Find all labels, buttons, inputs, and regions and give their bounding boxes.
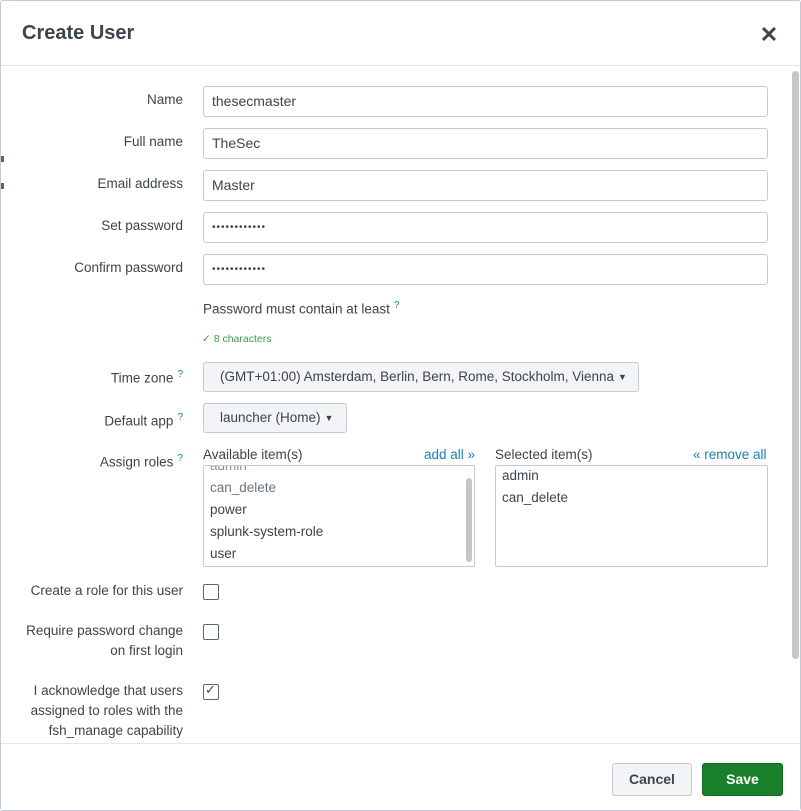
checkmark-icon: ✓ (205, 682, 216, 697)
default-app-value: launcher (Home) (220, 410, 321, 425)
label-line: I acknowledge that users (33, 683, 183, 698)
list-item[interactable]: can_delete (502, 490, 568, 505)
default-app-label-text: Default app (104, 413, 174, 429)
close-icon[interactable]: ✕ (757, 23, 781, 47)
acknowledge-label: I acknowledge that users assigned to rol… (1, 681, 183, 741)
scrollbar-thumb[interactable] (792, 71, 799, 659)
available-roles-list[interactable]: admin can_delete power splunk-system-rol… (203, 465, 475, 567)
full-name-label: Full name (123, 134, 183, 149)
selected-items-header: Selected item(s) (495, 447, 593, 462)
time-zone-dropdown[interactable]: (GMT+01:00) Amsterdam, Berlin, Bern, Rom… (203, 362, 639, 392)
help-icon[interactable]: ? (177, 412, 183, 423)
list-item[interactable]: user (210, 546, 236, 561)
list-item[interactable]: can_delete (210, 480, 276, 495)
dialog-header: Create User ✕ (1, 1, 800, 66)
dialog-body[interactable]: Name thesecmaster Full name TheSec Email… (1, 67, 800, 743)
create-user-dialog: Create User ✕ Name thesecmaster Full nam… (0, 0, 801, 811)
time-zone-label: Time zone? (1, 365, 183, 389)
require-password-change-label: Require password change on first login (1, 621, 183, 661)
list-item[interactable]: power (210, 502, 247, 517)
password-hint-text: Password must contain at least (203, 301, 390, 317)
label-line: Require password change (26, 623, 183, 638)
label-line: fsh_manage capability (48, 723, 183, 738)
caret-down-icon: ▼ (324, 413, 334, 424)
list-item[interactable]: admin (502, 468, 539, 483)
set-password-label: Set password (101, 218, 183, 233)
email-input[interactable]: Master (203, 170, 768, 201)
caret-down-icon: ▼ (618, 372, 627, 383)
email-label: Email address (97, 176, 183, 191)
assign-roles-label-text: Assign roles (99, 454, 174, 470)
list-item[interactable]: admin (210, 466, 247, 473)
require-password-change-checkbox[interactable] (203, 624, 219, 640)
list-scrollbar[interactable] (466, 478, 472, 562)
create-role-label: Create a role for this user (30, 583, 183, 598)
time-zone-value: (GMT+01:00) Amsterdam, Berlin, Bern, Rom… (220, 369, 615, 384)
label-line: on first login (110, 643, 183, 658)
help-icon[interactable]: ? (177, 453, 183, 464)
full-name-input[interactable]: TheSec (203, 128, 768, 159)
add-all-link[interactable]: add all » (424, 447, 475, 462)
dialog-title: Create User (22, 22, 135, 44)
save-button[interactable]: Save (702, 763, 783, 796)
available-items-header: Available item(s) (203, 447, 303, 462)
create-role-checkbox[interactable] (203, 584, 219, 600)
set-password-input[interactable]: •••••••••••• (203, 212, 768, 243)
list-item[interactable]: splunk-system-role (210, 524, 323, 539)
assign-roles-label: Assign roles? (1, 449, 183, 473)
help-icon[interactable]: ? (394, 300, 400, 311)
remove-all-link[interactable]: « remove all (693, 447, 767, 462)
confirm-password-input[interactable]: •••••••••••• (203, 254, 768, 285)
help-icon[interactable]: ? (177, 369, 183, 380)
cancel-button[interactable]: Cancel (612, 763, 692, 796)
default-app-label: Default app? (1, 408, 183, 432)
time-zone-label-text: Time zone (110, 370, 174, 386)
name-label: Name (146, 92, 183, 107)
dialog-footer: Cancel Save (1, 743, 800, 810)
password-hint: Password must contain at least? (203, 300, 399, 317)
default-app-dropdown[interactable]: launcher (Home) ▼ (203, 403, 347, 433)
acknowledge-checkbox[interactable]: ✓ (203, 682, 219, 700)
confirm-password-label: Confirm password (74, 260, 183, 275)
label-line: assigned to roles with the (30, 703, 183, 718)
name-input[interactable]: thesecmaster (203, 86, 768, 117)
password-rule: ✓ 8 characters (202, 333, 272, 345)
selected-roles-list[interactable]: admin can_delete (495, 465, 768, 567)
